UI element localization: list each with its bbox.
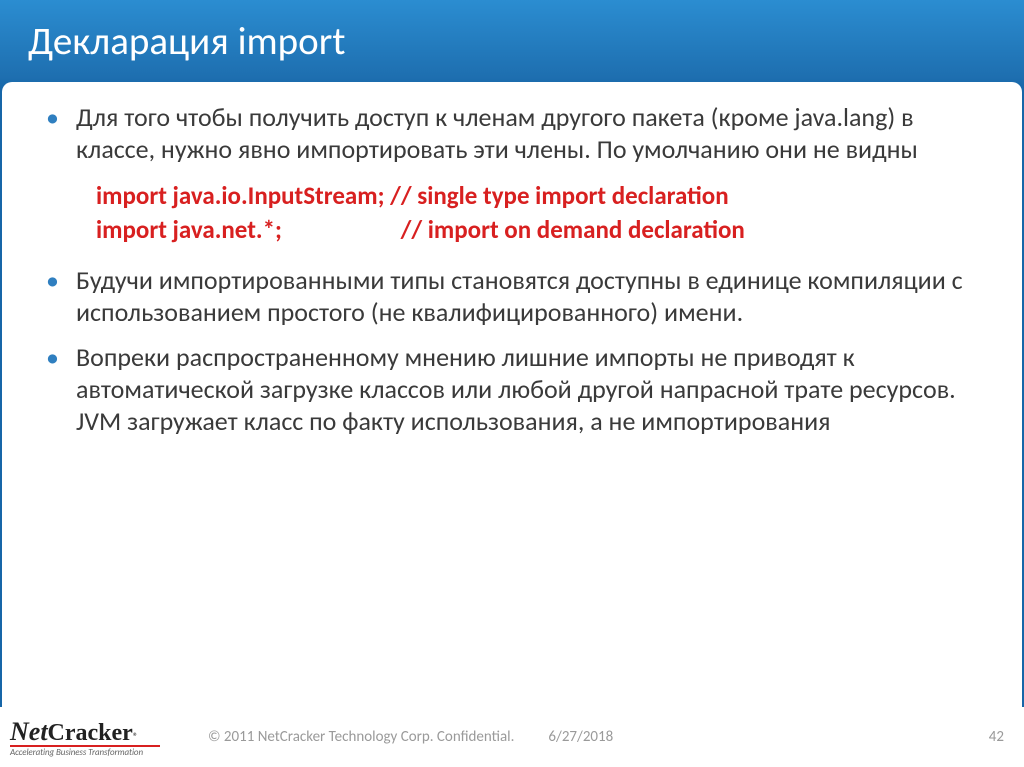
logo-cracker-text: Cracker: [48, 720, 133, 747]
logo-registered-icon: ®: [133, 730, 138, 743]
slide: Декларация import Для того чтобы получит…: [0, 0, 1024, 767]
bullet-list: Для того чтобы получить доступ к членам …: [32, 102, 992, 165]
bullet-item: Вопреки распространенному мнению лишние …: [32, 342, 992, 437]
slide-title: Декларация import: [0, 0, 1024, 80]
content-card: Для того чтобы получить доступ к членам …: [2, 82, 1022, 707]
logo-net-text: Net: [10, 717, 48, 747]
copyright-text: © 2011 NetCracker Technology Corp. Confi…: [208, 728, 514, 746]
date-text: 6/27/2018: [548, 728, 613, 746]
bullet-item: Для того чтобы получить доступ к членам …: [32, 102, 992, 165]
footer: NetCracker® Accelerating Business Transf…: [0, 707, 1024, 767]
logo: NetCracker® Accelerating Business Transf…: [10, 717, 160, 758]
code-example: import java.io.InputStream; // single ty…: [96, 179, 992, 247]
logo-main: NetCracker®: [10, 717, 138, 747]
bullet-item: Будучи импортированными типы становятся …: [32, 265, 992, 328]
bullet-list: Будучи импортированными типы становятся …: [32, 265, 992, 438]
page-number: 42: [989, 728, 1004, 746]
logo-tagline: Accelerating Business Transformation: [10, 747, 143, 758]
